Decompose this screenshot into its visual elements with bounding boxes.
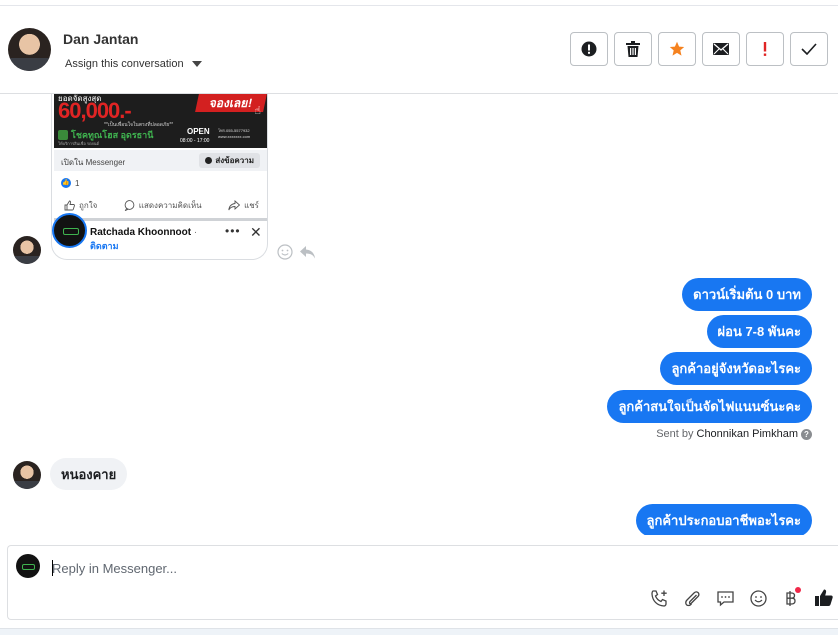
close-icon[interactable]: ✕ xyxy=(250,224,262,241)
comment-icon xyxy=(124,200,135,211)
reply-input[interactable] xyxy=(52,556,652,580)
reaction-count: 1 xyxy=(75,178,80,188)
delete-button[interactable] xyxy=(614,32,652,66)
banner-amount: 60,000.- xyxy=(58,98,132,123)
reply-icon[interactable] xyxy=(299,245,316,260)
alert-circle-icon xyxy=(581,41,597,57)
assign-label: Assign this conversation xyxy=(65,58,184,70)
contact-name[interactable]: Dan Jantan xyxy=(63,31,138,47)
post-like-label: ถูกใจ xyxy=(79,201,98,210)
outgoing-message[interactable]: ผ่อน 7-8 พันคะ xyxy=(706,315,812,348)
outgoing-message[interactable]: ดาวน์เริ่มต้น 0 บาท xyxy=(682,278,812,311)
outgoing-message[interactable]: ลูกค้าสนใจเป็นจัดไฟแนนซ์นะคะ xyxy=(607,390,812,423)
messenger-icon xyxy=(205,157,213,164)
assign-conversation-dropdown[interactable]: Assign this conversation xyxy=(65,58,202,70)
page-avatar xyxy=(16,554,40,578)
sent-by-name: Chonnikan Pimkham xyxy=(696,428,799,440)
payment-button[interactable] xyxy=(779,586,803,610)
more-options-icon[interactable]: ••• xyxy=(225,224,241,238)
message-tools xyxy=(277,244,316,260)
banner-contact: โทร.055-5577932 www.xxxxxxx.com xyxy=(218,128,251,139)
like-reaction-icon: 👍 xyxy=(61,178,71,188)
share-icon xyxy=(228,200,241,211)
sender-avatar[interactable] xyxy=(13,236,41,264)
incoming-message[interactable]: หนองคาย xyxy=(50,458,128,490)
sent-by-info: Sent by Chonnikan Pimkham ? xyxy=(656,428,812,440)
conversation-header: Dan Jantan Assign this conversation xyxy=(0,6,838,94)
follow-up-button[interactable] xyxy=(746,32,784,66)
follow-link[interactable]: ติดตาม xyxy=(90,239,119,253)
reply-composer xyxy=(7,545,838,620)
sender-avatar[interactable] xyxy=(13,461,41,489)
emoji-button[interactable] xyxy=(746,586,770,610)
envelope-icon xyxy=(713,43,729,55)
page-name-text: Ratchada Khoonnoot xyxy=(90,227,192,238)
paperclip-icon xyxy=(684,590,700,606)
bottom-strip xyxy=(0,628,838,635)
checkmark-icon xyxy=(801,43,817,55)
brand-logo-icon xyxy=(58,130,68,140)
post-actions: ถูกใจ แสดงความคิดเห็น แชร์ xyxy=(64,199,259,212)
outgoing-message[interactable]: ลูกค้าประกอบอาชีพอะไรคะ xyxy=(635,504,812,535)
banner-hours: 08:00 - 17:00 xyxy=(180,138,210,144)
post-comment-button[interactable]: แสดงความคิดเห็น xyxy=(124,199,202,212)
post-image[interactable]: ยอดจัดสูงสุด 60,000.- จองเลย! ☝ **เป็นเพ… xyxy=(54,94,267,148)
attach-button[interactable] xyxy=(680,586,704,610)
banner-logo-sub: ให้บริการสินเชื่อ รถยนต์ xyxy=(58,141,100,146)
shared-post-card[interactable]: ยอดจัดสูงสุด 60,000.- จองเลย! ☝ **เป็นเพ… xyxy=(51,94,268,260)
call-button[interactable] xyxy=(647,586,671,610)
notification-dot xyxy=(795,587,801,593)
emoji-react-icon[interactable] xyxy=(277,244,293,260)
post-share-label: แชร์ xyxy=(244,201,259,210)
message-thread[interactable]: ยอดจัดสูงสุด 60,000.- จองเลย! ☝ **เป็นเพ… xyxy=(0,94,838,535)
send-message-button[interactable]: ส่งข้อความ xyxy=(199,153,260,168)
mark-done-button[interactable] xyxy=(790,32,828,66)
mark-unread-button[interactable] xyxy=(702,32,740,66)
banner-open: OPEN xyxy=(187,127,210,136)
post-author-row: Ratchada Khoonnoot · ติดตาม ••• ✕ xyxy=(52,213,267,259)
star-icon xyxy=(669,41,685,56)
sent-by-prefix: Sent by xyxy=(656,428,694,440)
chevron-down-icon xyxy=(191,61,202,67)
send-like-button[interactable] xyxy=(812,586,836,610)
page-name-suffix: · xyxy=(193,227,198,238)
thumbs-up-outline-icon xyxy=(64,200,75,211)
pointer-icon: ☝ xyxy=(254,105,261,117)
outgoing-message[interactable]: ลูกค้าอยู่จังหวัดอะไรคะ xyxy=(660,352,812,385)
trash-icon xyxy=(626,41,640,57)
chat-bubble-icon xyxy=(716,590,734,606)
phone-plus-icon xyxy=(650,589,667,607)
smiley-icon xyxy=(749,589,767,607)
thumbs-up-icon xyxy=(815,589,833,606)
star-button[interactable] xyxy=(658,32,696,66)
composer-toolbar xyxy=(647,586,836,610)
post-share-button[interactable]: แชร์ xyxy=(228,199,259,212)
post-comment-label: แสดงความคิดเห็น xyxy=(138,201,202,210)
page-name[interactable]: Ratchada Khoonnoot · xyxy=(90,227,197,238)
text-cursor xyxy=(52,560,53,576)
mark-spam-button[interactable] xyxy=(570,32,608,66)
post-messenger-bar: เปิดใน Messenger ส่งข้อความ xyxy=(54,150,267,171)
help-icon[interactable]: ? xyxy=(801,428,812,440)
post-reactions[interactable]: 👍 1 xyxy=(61,178,79,188)
page-avatar[interactable] xyxy=(52,213,87,248)
header-actions xyxy=(570,32,828,66)
post-like-button[interactable]: ถูกใจ xyxy=(64,199,97,212)
contact-avatar[interactable] xyxy=(8,28,51,71)
send-message-label: ส่งข้อความ xyxy=(215,156,254,165)
exclamation-icon xyxy=(763,42,767,56)
open-in-messenger-label: เปิดใน Messenger xyxy=(61,158,126,167)
saved-replies-button[interactable] xyxy=(713,586,737,610)
